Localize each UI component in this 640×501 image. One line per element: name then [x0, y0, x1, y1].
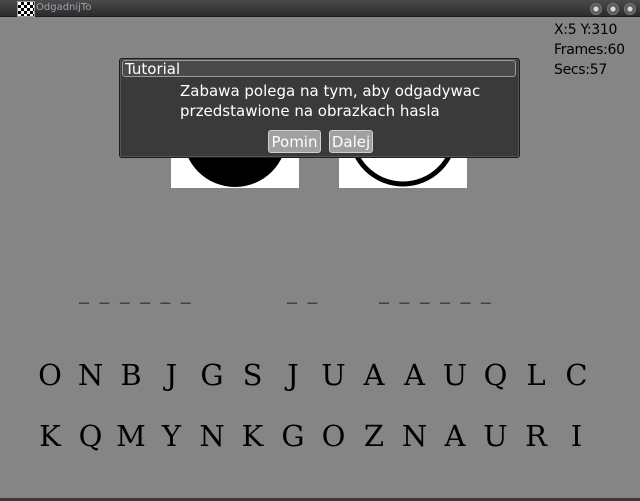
- dialog-message-line2: przedstawione na obrazkach hasla: [180, 102, 440, 120]
- letter-tile[interactable]: M: [113, 418, 149, 454]
- skip-button[interactable]: Pomin: [268, 130, 321, 153]
- dialog-title: Tutorial: [122, 60, 516, 78]
- letter-tile[interactable]: Z: [356, 418, 392, 454]
- letter-tile[interactable]: O: [316, 418, 352, 454]
- letter-tile[interactable]: A: [356, 357, 392, 393]
- maximize-icon[interactable]: [607, 3, 619, 15]
- letter-tile[interactable]: U: [437, 357, 473, 393]
- letter-tile[interactable]: R: [518, 418, 554, 454]
- letter-tile[interactable]: J: [275, 357, 311, 393]
- letter-tile[interactable]: C: [559, 357, 595, 393]
- debug-hud: X:5 Y:310 Frames:60 Secs:57: [554, 20, 625, 80]
- letter-tile[interactable]: G: [194, 357, 230, 393]
- letter-tile[interactable]: I: [559, 418, 595, 454]
- dialog-message: Zabawa polega na tym, aby odgadywac prze…: [180, 81, 480, 121]
- letter-tile[interactable]: K: [235, 418, 271, 454]
- letter-tile[interactable]: N: [73, 357, 109, 393]
- dialog-message-line1: Zabawa polega na tym, aby odgadywac: [180, 82, 481, 100]
- app-checker-icon: [17, 1, 35, 17]
- word-slot-2: _ _: [287, 280, 320, 304]
- close-icon[interactable]: [624, 3, 636, 15]
- letter-tile[interactable]: Q: [73, 418, 109, 454]
- letter-tile[interactable]: A: [437, 418, 473, 454]
- next-button[interactable]: Dalej: [329, 130, 373, 153]
- letter-tile[interactable]: O: [32, 357, 68, 393]
- hud-secs: Secs:57: [554, 62, 607, 78]
- minimize-icon[interactable]: [590, 3, 602, 15]
- letter-tile[interactable]: S: [235, 357, 271, 393]
- letter-tile[interactable]: Q: [478, 357, 514, 393]
- letter-tile[interactable]: J: [154, 357, 190, 393]
- letter-tile[interactable]: U: [316, 357, 352, 393]
- letter-tile[interactable]: N: [397, 418, 433, 454]
- letter-tile[interactable]: N: [194, 418, 230, 454]
- letter-tile[interactable]: G: [275, 418, 311, 454]
- hud-frames: Frames:60: [554, 42, 625, 58]
- letter-tile[interactable]: A: [397, 357, 433, 393]
- letter-tile[interactable]: L: [518, 357, 554, 393]
- letter-tile[interactable]: Y: [154, 418, 190, 454]
- letter-tile[interactable]: K: [32, 418, 68, 454]
- tutorial-dialog: Tutorial Zabawa polega na tym, aby odgad…: [119, 58, 520, 158]
- window-title: OdgadnijTo: [36, 2, 92, 13]
- word-slot-3: _ _ _ _ _ _: [379, 280, 493, 304]
- letter-tile[interactable]: B: [113, 357, 149, 393]
- word-slot-1: _ _ _ _ _ _: [79, 280, 193, 304]
- hud-coordinates: X:5 Y:310: [554, 22, 618, 38]
- window-titlebar: OdgadnijTo: [0, 0, 640, 17]
- letter-tile[interactable]: U: [478, 418, 514, 454]
